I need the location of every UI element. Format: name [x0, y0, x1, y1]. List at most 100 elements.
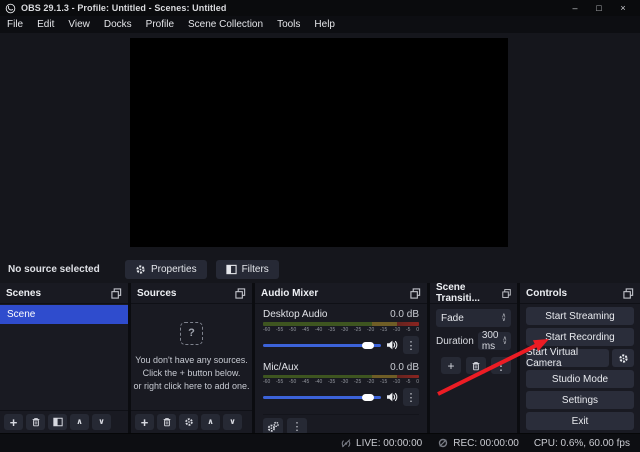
controls-panel: Controls Start Streaming Start Recording… [520, 283, 640, 433]
remove-transition-button[interactable] [466, 357, 486, 374]
popout-icon[interactable] [410, 288, 421, 299]
scenes-toolbar: + ∧ ∨ [0, 410, 128, 433]
remove-source-button[interactable] [157, 414, 176, 430]
channel-menu-button[interactable]: ⋮ [403, 388, 419, 406]
scenes-panel-title: Scenes [6, 287, 42, 299]
popout-icon[interactable] [623, 288, 634, 299]
meter-scale: -60 -55 -50 -45 -40 -35 -30 -25 -20 -15 -10 -5 0 [263, 327, 419, 333]
question-icon: ? [180, 321, 203, 345]
settings-button[interactable]: Settings [526, 391, 634, 409]
menu-help[interactable]: Help [307, 16, 342, 33]
menu-scene-collection[interactable]: Scene Collection [181, 16, 270, 33]
maximize-button[interactable]: □ [587, 0, 611, 16]
tick: -20 [367, 327, 375, 333]
tick: -30 [341, 379, 349, 385]
preview-area [0, 33, 640, 256]
gear-icon [135, 264, 146, 275]
double-gear-icon [267, 421, 279, 433]
menu-edit[interactable]: Edit [30, 16, 61, 33]
tick: -5 [406, 327, 411, 333]
channel-menu-button[interactable]: ⋮ [403, 336, 419, 354]
source-properties-button[interactable] [179, 414, 198, 430]
transition-properties-button[interactable]: ⋮ [491, 357, 511, 374]
volume-meter [263, 322, 419, 326]
popout-icon[interactable] [502, 288, 511, 299]
move-scene-down-button[interactable]: ∨ [92, 414, 111, 430]
menu-tools[interactable]: Tools [270, 16, 307, 33]
volume-slider[interactable] [263, 393, 381, 401]
properties-button-label: Properties [151, 264, 197, 275]
properties-button[interactable]: Properties [125, 260, 207, 279]
transitions-toolbar: + ⋮ [436, 357, 511, 374]
menu-profile[interactable]: Profile [139, 16, 181, 33]
window-title: OBS 29.1.3 - Profile: Untitled - Scenes:… [21, 3, 227, 13]
scene-filters-button[interactable] [48, 414, 67, 430]
tick: -60 [263, 327, 271, 333]
sources-toolbar: + ∧ ∨ [131, 410, 252, 433]
speaker-icon[interactable] [386, 339, 398, 351]
menu-bar: File Edit View Docks Profile Scene Colle… [0, 16, 640, 34]
mixer-channel-desktop-audio: Desktop Audio 0.0 dB -60 -55 -50 -45 -40 -35-… [263, 309, 419, 354]
duration-spinbox[interactable]: 300 ms ∧ ∨ [477, 330, 511, 352]
channel-level: 0.0 dB [390, 309, 419, 320]
add-scene-button[interactable]: + [4, 414, 23, 430]
volume-slider-handle[interactable] [362, 341, 374, 349]
channel-name: Mic/Aux [263, 362, 299, 373]
transition-selected-value: Fade [441, 312, 464, 324]
tick: -55 [276, 327, 284, 333]
tick: -10 [393, 379, 401, 385]
chevron-down-icon: ∨ [502, 340, 507, 346]
volume-meter [263, 375, 419, 378]
preview-canvas[interactable] [130, 38, 508, 247]
transition-select[interactable]: Fade ∧ ∨ [436, 309, 511, 327]
start-virtual-camera-button[interactable]: Start Virtual Camera [526, 347, 609, 369]
menu-file[interactable]: File [0, 16, 30, 33]
audio-mixer-panel-header: Audio Mixer [255, 283, 427, 304]
studio-mode-button[interactable]: Studio Mode [526, 370, 634, 388]
audio-mixer-panel-title: Audio Mixer [261, 287, 319, 299]
channel-name: Desktop Audio [263, 309, 328, 320]
tick: -25 [354, 379, 362, 385]
tick: -30 [341, 327, 349, 333]
obs-logo-icon [5, 3, 16, 14]
menu-view[interactable]: View [61, 16, 97, 33]
menu-docks[interactable]: Docks [97, 16, 139, 33]
chevron-down-icon: ∨ [501, 317, 506, 323]
channel-header: Mic/Aux 0.0 dB [263, 362, 419, 373]
filters-icon [226, 264, 237, 275]
add-transition-button[interactable]: + [441, 357, 461, 374]
add-source-button[interactable]: + [135, 414, 154, 430]
popout-icon[interactable] [111, 288, 122, 299]
window-controls: – □ × [563, 0, 635, 16]
scene-transitions-panel: Scene Transiti... Fade ∧ ∨ Duration 300 … [430, 282, 517, 433]
live-status: LIVE: 00:00:00 [340, 437, 422, 449]
exit-button[interactable]: Exit [526, 412, 634, 430]
channel-level: 0.0 dB [390, 362, 419, 373]
close-button[interactable]: × [611, 0, 635, 16]
remove-scene-button[interactable] [26, 414, 45, 430]
tick: -45 [302, 327, 310, 333]
controls-panel-header: Controls [520, 283, 640, 304]
controls-body: Start Streaming Start Recording Start Vi… [520, 304, 640, 434]
filters-button[interactable]: Filters [215, 260, 279, 279]
live-time: LIVE: 00:00:00 [356, 437, 423, 449]
popout-icon[interactable] [235, 288, 246, 299]
move-source-up-button[interactable]: ∧ [201, 414, 220, 430]
virtual-camera-config-button[interactable] [612, 349, 634, 367]
tick: -15 [380, 379, 388, 385]
volume-slider[interactable] [263, 341, 381, 349]
volume-slider-handle[interactable] [362, 393, 374, 401]
minimize-button[interactable]: – [563, 0, 587, 16]
cpu-fps-text: CPU: 0.6%, 60.00 fps [533, 437, 630, 449]
speaker-icon[interactable] [386, 391, 398, 403]
audio-mixer-body: Desktop Audio 0.0 dB -60 -55 -50 -45 -40 -35-… [255, 304, 427, 435]
meter-scale: -60 -55 -50 -45 -40 -35 -30 -25 -20 -15 -10 -5 0 [263, 379, 419, 385]
move-scene-up-button[interactable]: ∧ [70, 414, 89, 430]
scene-list-item-selected[interactable]: Scene [0, 305, 128, 324]
sources-empty-state[interactable]: ? You don't have any sources. Click the … [131, 304, 252, 410]
start-recording-button[interactable]: Start Recording [526, 328, 634, 346]
tick: -20 [367, 379, 375, 385]
move-source-down-button[interactable]: ∨ [223, 414, 242, 430]
start-streaming-button[interactable]: Start Streaming [526, 307, 634, 325]
audio-mixer-panel: Audio Mixer Desktop Audio 0.0 dB -60 -55 -… [255, 283, 427, 435]
